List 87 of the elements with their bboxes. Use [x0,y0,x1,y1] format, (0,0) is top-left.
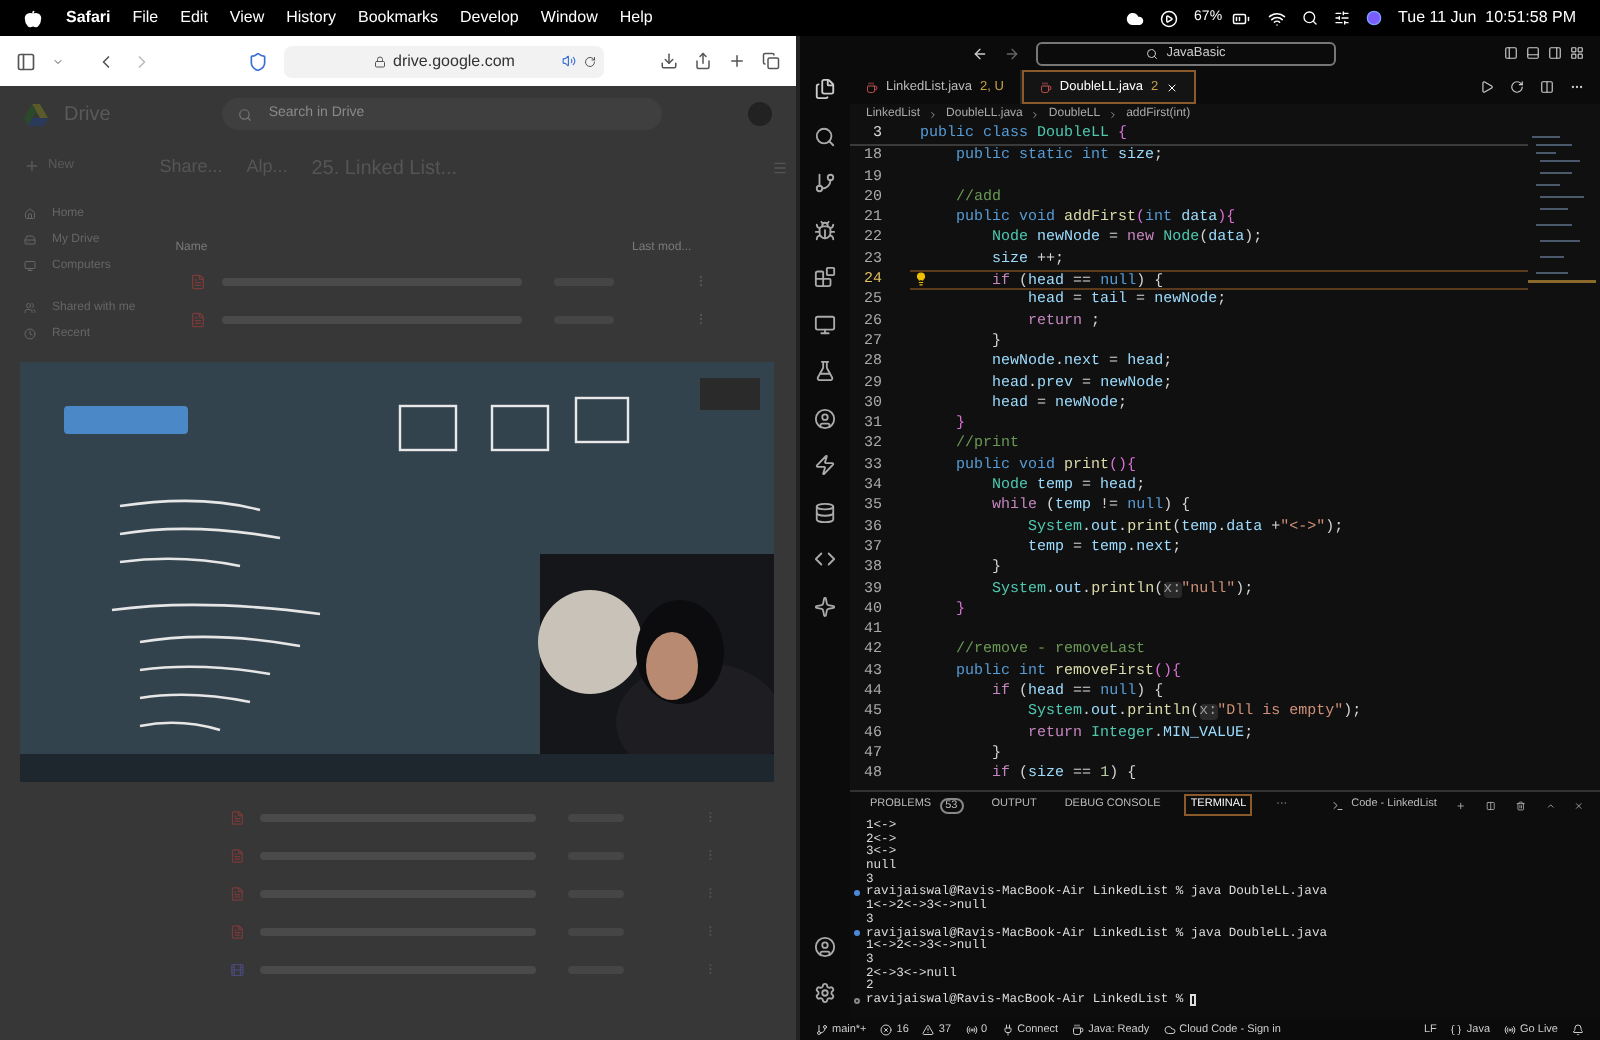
file-icon [189,311,206,327]
antenna-icon [965,1024,978,1036]
panel-right-icon[interactable] [1548,46,1562,60]
menu-item[interactable]: View [229,6,265,30]
chevron-icon [1030,109,1041,119]
warning-icon [922,1024,935,1036]
lightbulb-icon[interactable] [914,272,928,287]
menu-item[interactable]: Develop [460,6,519,30]
search-icon [238,107,253,121]
apple-icon[interactable] [24,9,42,27]
menu-item[interactable]: File [132,6,159,30]
explorer-icon[interactable] [814,78,836,100]
battery-icon[interactable] [1230,9,1253,27]
sparkle-icon[interactable] [814,595,836,617]
sidebar-icon [24,234,36,246]
chevron-icon [928,109,939,119]
java-file-icon [1039,81,1052,93]
sidebar-icon [24,328,36,340]
panel-left-icon[interactable] [1504,46,1518,60]
lightning-icon[interactable] [814,454,836,476]
file-icon [189,273,206,289]
file-icon [230,923,245,939]
file-icon [230,809,245,825]
sidebar-icon[interactable] [16,51,36,71]
menu-item[interactable]: Help [619,6,653,30]
play-icon[interactable] [1160,9,1179,27]
bell-icon[interactable] [1572,1024,1584,1036]
back-icon[interactable] [972,45,988,61]
database-icon[interactable] [814,501,836,523]
share-icon[interactable] [694,52,712,70]
sidebar-icon [24,260,36,272]
sidebar-icon [24,302,36,314]
code-icon[interactable] [814,548,836,570]
cloud-icon [1163,1024,1176,1036]
new-terminal-icon[interactable] [1456,799,1467,811]
cup-icon [1072,1024,1085,1036]
maximize-icon[interactable] [1545,799,1555,811]
flask-icon[interactable] [814,360,836,382]
settings-icon[interactable] [814,982,836,1004]
control-center-icon[interactable] [1334,10,1351,26]
split-editor-icon[interactable] [1540,80,1554,94]
file-icon [230,847,245,863]
sidebar-icon [24,208,36,220]
menu-item[interactable]: Window [540,6,598,30]
menu-item[interactable]: History [286,6,337,30]
run-debug-icon[interactable] [814,219,836,241]
shield-icon[interactable] [248,51,268,71]
search-icon [1146,47,1159,59]
assistant-icon[interactable] [1366,10,1383,26]
trash-icon[interactable] [1515,799,1526,811]
error-icon [880,1024,893,1036]
chevron-icon [1108,109,1119,119]
terminal-cursor [1189,994,1196,1007]
lock-icon [373,55,386,67]
cloud-icon[interactable] [1126,9,1145,27]
menu-item[interactable]: Safari [66,6,111,30]
more-icon[interactable] [1570,80,1584,94]
new-tab-icon[interactable] [728,52,746,70]
menu-item[interactable]: Edit [180,6,208,30]
reload-icon[interactable] [584,55,596,67]
clock: Tue 11 Jun 10:51:58 PM [1398,6,1576,30]
wifi-icon[interactable] [1268,9,1287,27]
plug-icon [1001,1024,1014,1036]
split-icon[interactable] [1486,799,1496,811]
run-icon[interactable] [1480,80,1494,94]
drive-logo-icon [24,103,48,125]
source-control-icon[interactable] [814,172,836,194]
video-file-icon [230,961,245,977]
forward-icon[interactable] [1004,45,1020,61]
panel-bottom-icon[interactable] [1526,46,1540,60]
braces-icon [1450,1024,1463,1036]
menu-item[interactable]: Bookmarks [358,6,439,30]
download-icon[interactable] [660,52,678,70]
tabs-icon[interactable] [762,52,780,70]
address-field[interactable]: drive.google.com [284,45,604,77]
speaker-icon[interactable] [562,54,576,68]
plus-icon [24,158,40,174]
account-icon[interactable] [814,935,836,957]
extensions-icon[interactable] [814,266,836,288]
broadcast-icon [1504,1024,1517,1036]
terminal-icon [1331,799,1344,811]
file-icon [230,885,245,901]
layout-icon[interactable] [1570,46,1584,60]
branch-icon [816,1024,828,1036]
remote-icon[interactable] [814,313,836,335]
search-icon[interactable] [814,125,836,147]
java-file-icon [866,81,878,93]
